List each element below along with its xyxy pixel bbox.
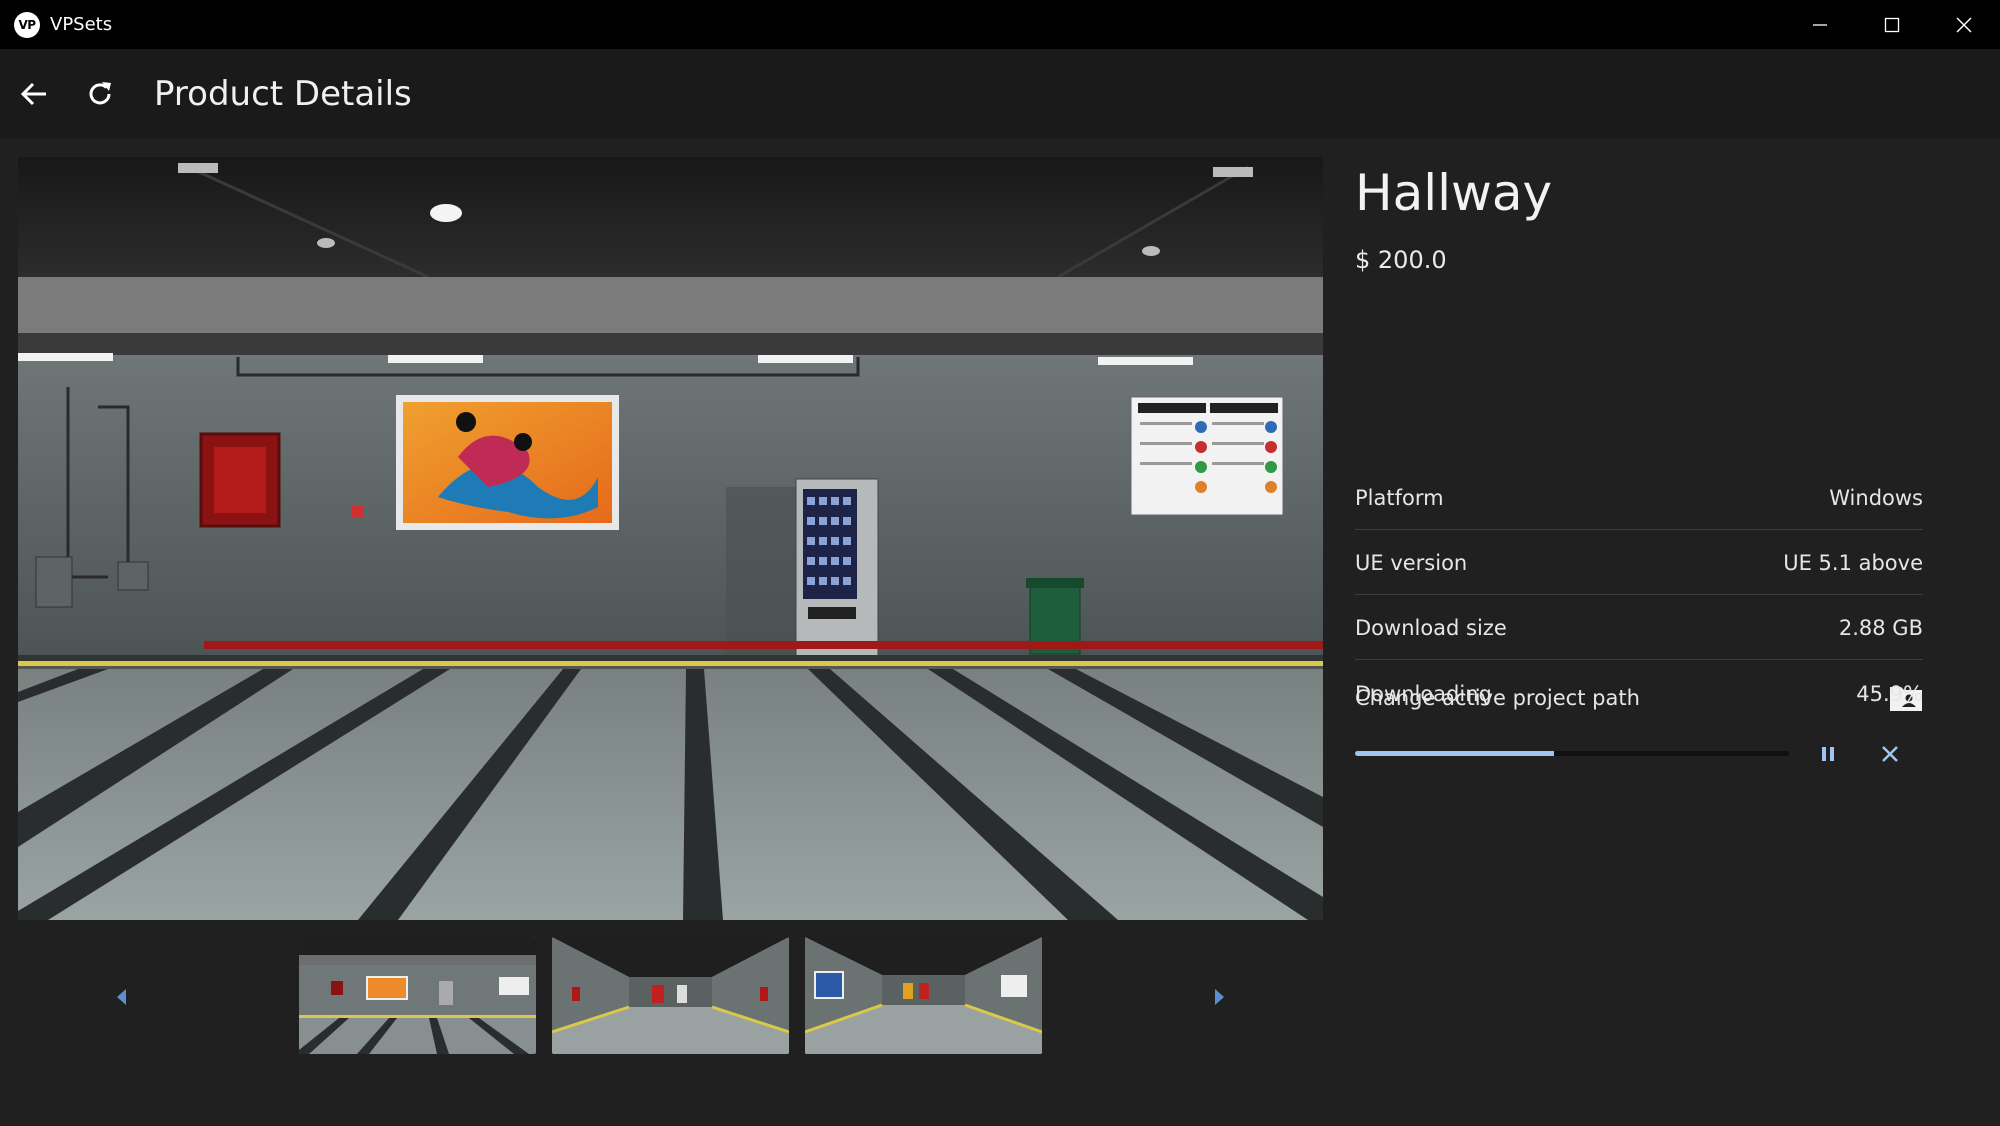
refresh-icon	[89, 82, 111, 105]
gallery-next-button[interactable]	[1199, 977, 1239, 1017]
caret-left-icon	[117, 989, 126, 1005]
product-name: Hallway	[1355, 164, 1553, 222]
product-details-page: Hallway $ 200.0 Platform Windows UE vers…	[0, 139, 2000, 1126]
close-icon	[1956, 17, 1972, 32]
spec-value: UE 5.1 above	[1783, 550, 1923, 575]
gallery-prev-button[interactable]	[102, 977, 142, 1017]
gallery-thumbnail-1[interactable]	[299, 937, 536, 1054]
window-controls	[1784, 0, 2000, 49]
maximize-icon	[1884, 17, 1900, 32]
spec-label: Download size	[1355, 615, 1507, 640]
app-logo: VP	[14, 11, 40, 38]
spec-label: UE version	[1355, 550, 1468, 575]
pause-download-button[interactable]	[1814, 743, 1842, 765]
spec-row-ue-version: UE version UE 5.1 above	[1355, 531, 1923, 595]
spec-row-platform: Platform Windows	[1355, 466, 1923, 530]
minimize-button[interactable]	[1784, 0, 1856, 49]
arrow-left-icon	[20, 82, 46, 106]
page-header: Product Details	[0, 49, 2000, 139]
download-status-row: Downloading 45.9%	[1355, 682, 1923, 706]
close-window-button[interactable]	[1928, 0, 2000, 49]
download-progress-bar	[1355, 751, 1789, 756]
download-status: Downloading	[1355, 682, 1492, 706]
minimize-icon	[1813, 23, 1827, 26]
download-progress-fill	[1355, 751, 1555, 756]
maximize-button[interactable]	[1856, 0, 1928, 49]
caret-right-icon	[1215, 989, 1224, 1005]
page-title: Product Details	[154, 74, 412, 114]
refresh-button[interactable]	[75, 69, 125, 119]
download-percent: 45.9%	[1856, 682, 1923, 706]
close-icon	[1882, 746, 1898, 762]
gallery-thumbnail-3[interactable]	[805, 937, 1042, 1054]
spec-value: Windows	[1829, 485, 1923, 510]
back-button[interactable]	[9, 69, 59, 119]
pause-icon	[1822, 747, 1834, 761]
gallery-thumbnail-2[interactable]	[552, 937, 789, 1054]
cancel-download-button[interactable]	[1876, 742, 1904, 766]
product-price: $ 200.0	[1355, 246, 1447, 274]
product-main-image[interactable]	[18, 157, 1323, 920]
app-title: VPSets	[50, 14, 113, 35]
title-bar: VP VPSets	[0, 0, 2000, 49]
spec-label: Platform	[1355, 485, 1444, 510]
spec-row-download-size: Download size 2.88 GB	[1355, 596, 1923, 660]
spec-value: 2.88 GB	[1838, 615, 1923, 640]
